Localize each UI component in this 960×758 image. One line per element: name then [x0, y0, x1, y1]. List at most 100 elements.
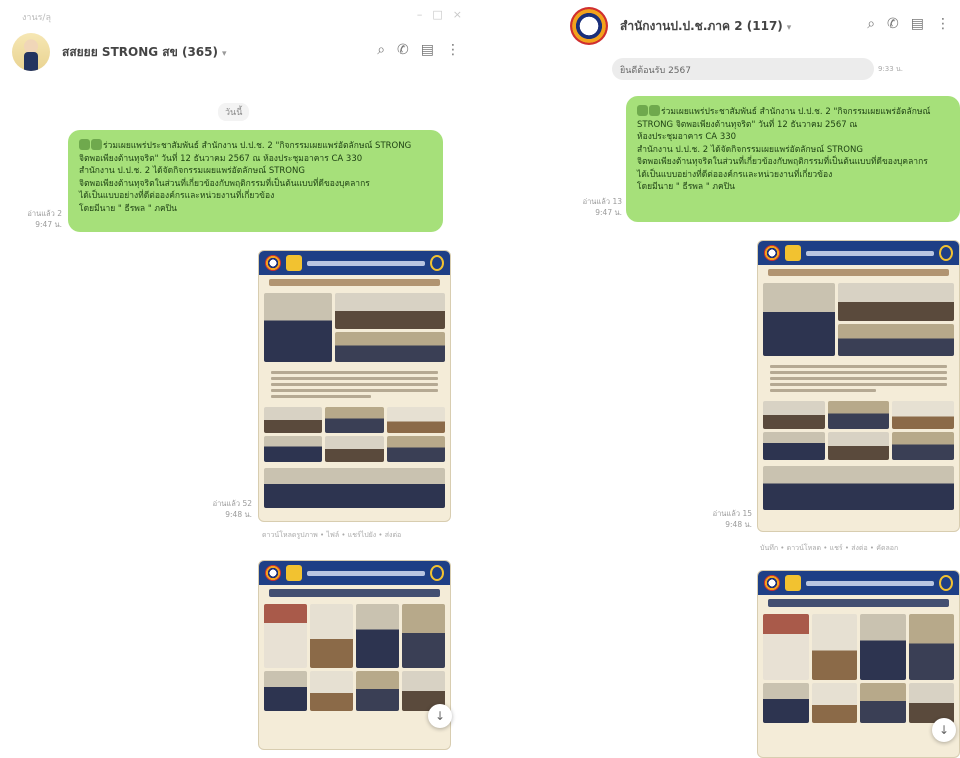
right-chat-window: สำนักงานป.ป.ช.ภาค 2 (117) ▾ ⌕ ✆ ▤ ⋮ ยินดี…	[560, 0, 960, 758]
poster-banner	[259, 561, 450, 585]
poster-photo	[811, 614, 857, 680]
message-time: 9:47 น.	[595, 208, 622, 217]
header-toolbar: ⌕ ✆ ▤ ⋮	[867, 16, 950, 32]
message-time: 9:48 น.	[725, 520, 752, 529]
text-message-bubble[interactable]: ร่วมเผยแพร่ประชาสัมพันธ์ สำนักงาน ป.ป.ช.…	[68, 130, 443, 232]
chat-title[interactable]: สำนักงานป.ป.ช.ภาค 2 (117) ▾	[620, 17, 791, 36]
badge-two-icon	[430, 565, 444, 581]
poster-caption-line	[269, 279, 440, 286]
photo-message-poster[interactable]	[757, 240, 960, 532]
poster-photo-grid	[758, 398, 959, 463]
chat-title-text: สสยยย STRONG สข (365)	[62, 44, 218, 59]
more-menu-icon[interactable]: ⋮	[936, 16, 950, 32]
poster-photo	[402, 604, 445, 668]
poster-group-photo	[763, 466, 954, 510]
chat-title[interactable]: สสยยย STRONG สข (365) ▾	[62, 43, 227, 62]
header-toolbar: ⌕ ✆ ▤ ⋮	[377, 42, 460, 58]
close-button[interactable]: ×	[453, 8, 462, 21]
poster-photo	[838, 283, 954, 321]
photo-read-status: อ่านแล้ว 52 9:48 น.	[200, 498, 252, 520]
poster-caption-line	[768, 599, 949, 607]
photo-message-poster[interactable]	[757, 570, 960, 758]
photo-message-poster[interactable]	[258, 560, 451, 750]
photo-action-links[interactable]: ดาวน์โหลดรูปภาพ • ไฟล์ • แชร์ไปยัง • ส่ง…	[262, 530, 401, 541]
read-count: อ่านแล้ว 13	[582, 197, 622, 206]
poster-photo	[827, 432, 890, 460]
poster-description	[758, 359, 959, 398]
message-line: ได้เป็นแบบอย่างที่ดีต่อองค์กรและหน่วยงาน…	[637, 169, 833, 180]
agency-avatar[interactable]	[570, 7, 608, 45]
left-chat-window: งานร/ลุ – □ × สสยยย STRONG สข (365) ▾ ⌕ ✆…	[0, 0, 470, 758]
minimize-button[interactable]: –	[417, 8, 423, 21]
message-read-status: อ่านแล้ว 2 9:47 น.	[14, 208, 62, 230]
badge-two-icon	[430, 255, 444, 271]
poster-photo	[264, 293, 333, 362]
poster-photo-grid	[758, 463, 959, 513]
poster-photo	[310, 604, 353, 668]
chat-title-text: สำนักงานป.ป.ช.ภาค 2 (117)	[620, 18, 783, 33]
window-controls: – □ ×	[417, 8, 462, 21]
message-line: ห้องประชุมอาคาร CA 330	[637, 132, 737, 142]
scroll-down-button[interactable]: ↓	[932, 718, 956, 742]
poster-caption-line	[768, 269, 949, 276]
poster-photo	[763, 683, 809, 723]
notes-icon[interactable]: ▤	[911, 16, 924, 32]
poster-photo	[264, 671, 307, 711]
previous-message-time: 9:33 น.	[878, 65, 903, 73]
poster-photo	[335, 293, 445, 329]
poster-photo	[763, 614, 809, 680]
chat-header: สำนักงานป.ป.ช.ภาค 2 (117) ▾ ⌕ ✆ ▤ ⋮	[560, 4, 960, 48]
badge-two-icon	[939, 245, 953, 261]
more-menu-icon[interactable]: ⋮	[446, 42, 460, 58]
poster-photo	[908, 683, 954, 723]
search-icon[interactable]: ⌕	[377, 42, 385, 58]
message-line: STRONG จิตพอเพียงต้านทุจริต" วันที่ 12 ธ…	[637, 119, 858, 130]
phone-icon[interactable]: ✆	[397, 42, 409, 58]
poster-banner	[758, 571, 959, 595]
poster-photo	[335, 332, 445, 362]
emoji-icon	[637, 105, 648, 116]
message-line: สำนักงาน ป.ป.ช. 2 ได้จัดกิจกรรมเผยแพร่อั…	[79, 166, 305, 176]
poster-photo	[264, 436, 323, 462]
notes-icon[interactable]: ▤	[421, 42, 434, 58]
photo-message-poster[interactable]	[258, 250, 451, 522]
agency-logo-icon	[265, 255, 281, 271]
maximize-button[interactable]: □	[432, 8, 442, 21]
emoji-icon	[649, 105, 660, 116]
strong-seal-icon	[286, 255, 302, 271]
phone-icon[interactable]: ✆	[887, 16, 899, 32]
poster-photo	[811, 683, 857, 723]
photo-action-links[interactable]: บันทึก • ดาวน์โหลด • แชร์ • ส่งต่อ • คัด…	[760, 543, 898, 554]
poster-photo-grid	[259, 290, 450, 365]
poster-photo-grid	[259, 404, 450, 465]
poster-photo	[763, 432, 825, 460]
poster-banner	[259, 251, 450, 275]
previous-message-bubble[interactable]: ยินดีต้อนรับ 2567	[612, 58, 874, 80]
strong-seal-icon	[785, 575, 801, 591]
strong-seal-icon	[286, 565, 302, 581]
scroll-down-button[interactable]: ↓	[428, 704, 452, 728]
chevron-down-icon[interactable]: ▾	[222, 49, 227, 59]
poster-photo	[908, 614, 954, 680]
poster-photo	[264, 407, 323, 433]
message-line: โดยมีนาย " ธีรพล " ภคปิน	[637, 182, 735, 192]
text-message-bubble[interactable]: ร่วมเผยแพร่ประชาสัมพันธ์ สำนักงาน ป.ป.ช.…	[626, 96, 960, 222]
poster-photo	[386, 436, 445, 462]
group-avatar[interactable]	[12, 33, 50, 71]
agency-logo-icon	[764, 575, 780, 591]
screenshot-stage: งานร/ลุ – □ × สสยยย STRONG สข (365) ▾ ⌕ ✆…	[0, 0, 960, 758]
message-time: 9:47 น.	[35, 220, 62, 229]
search-icon[interactable]: ⌕	[867, 16, 875, 32]
poster-photo	[892, 401, 954, 429]
poster-photo	[356, 604, 399, 668]
badge-two-icon	[939, 575, 953, 591]
poster-photo	[386, 407, 445, 433]
chevron-down-icon[interactable]: ▾	[787, 23, 792, 33]
poster-photo-grid	[259, 601, 450, 714]
poster-description	[259, 365, 450, 404]
read-count: อ่านแล้ว 2	[27, 209, 62, 218]
poster-photo	[325, 407, 384, 433]
poster-photo	[763, 283, 836, 356]
poster-photo	[763, 401, 825, 429]
message-read-status: อ่านแล้ว 13 9:47 น.	[572, 196, 622, 218]
